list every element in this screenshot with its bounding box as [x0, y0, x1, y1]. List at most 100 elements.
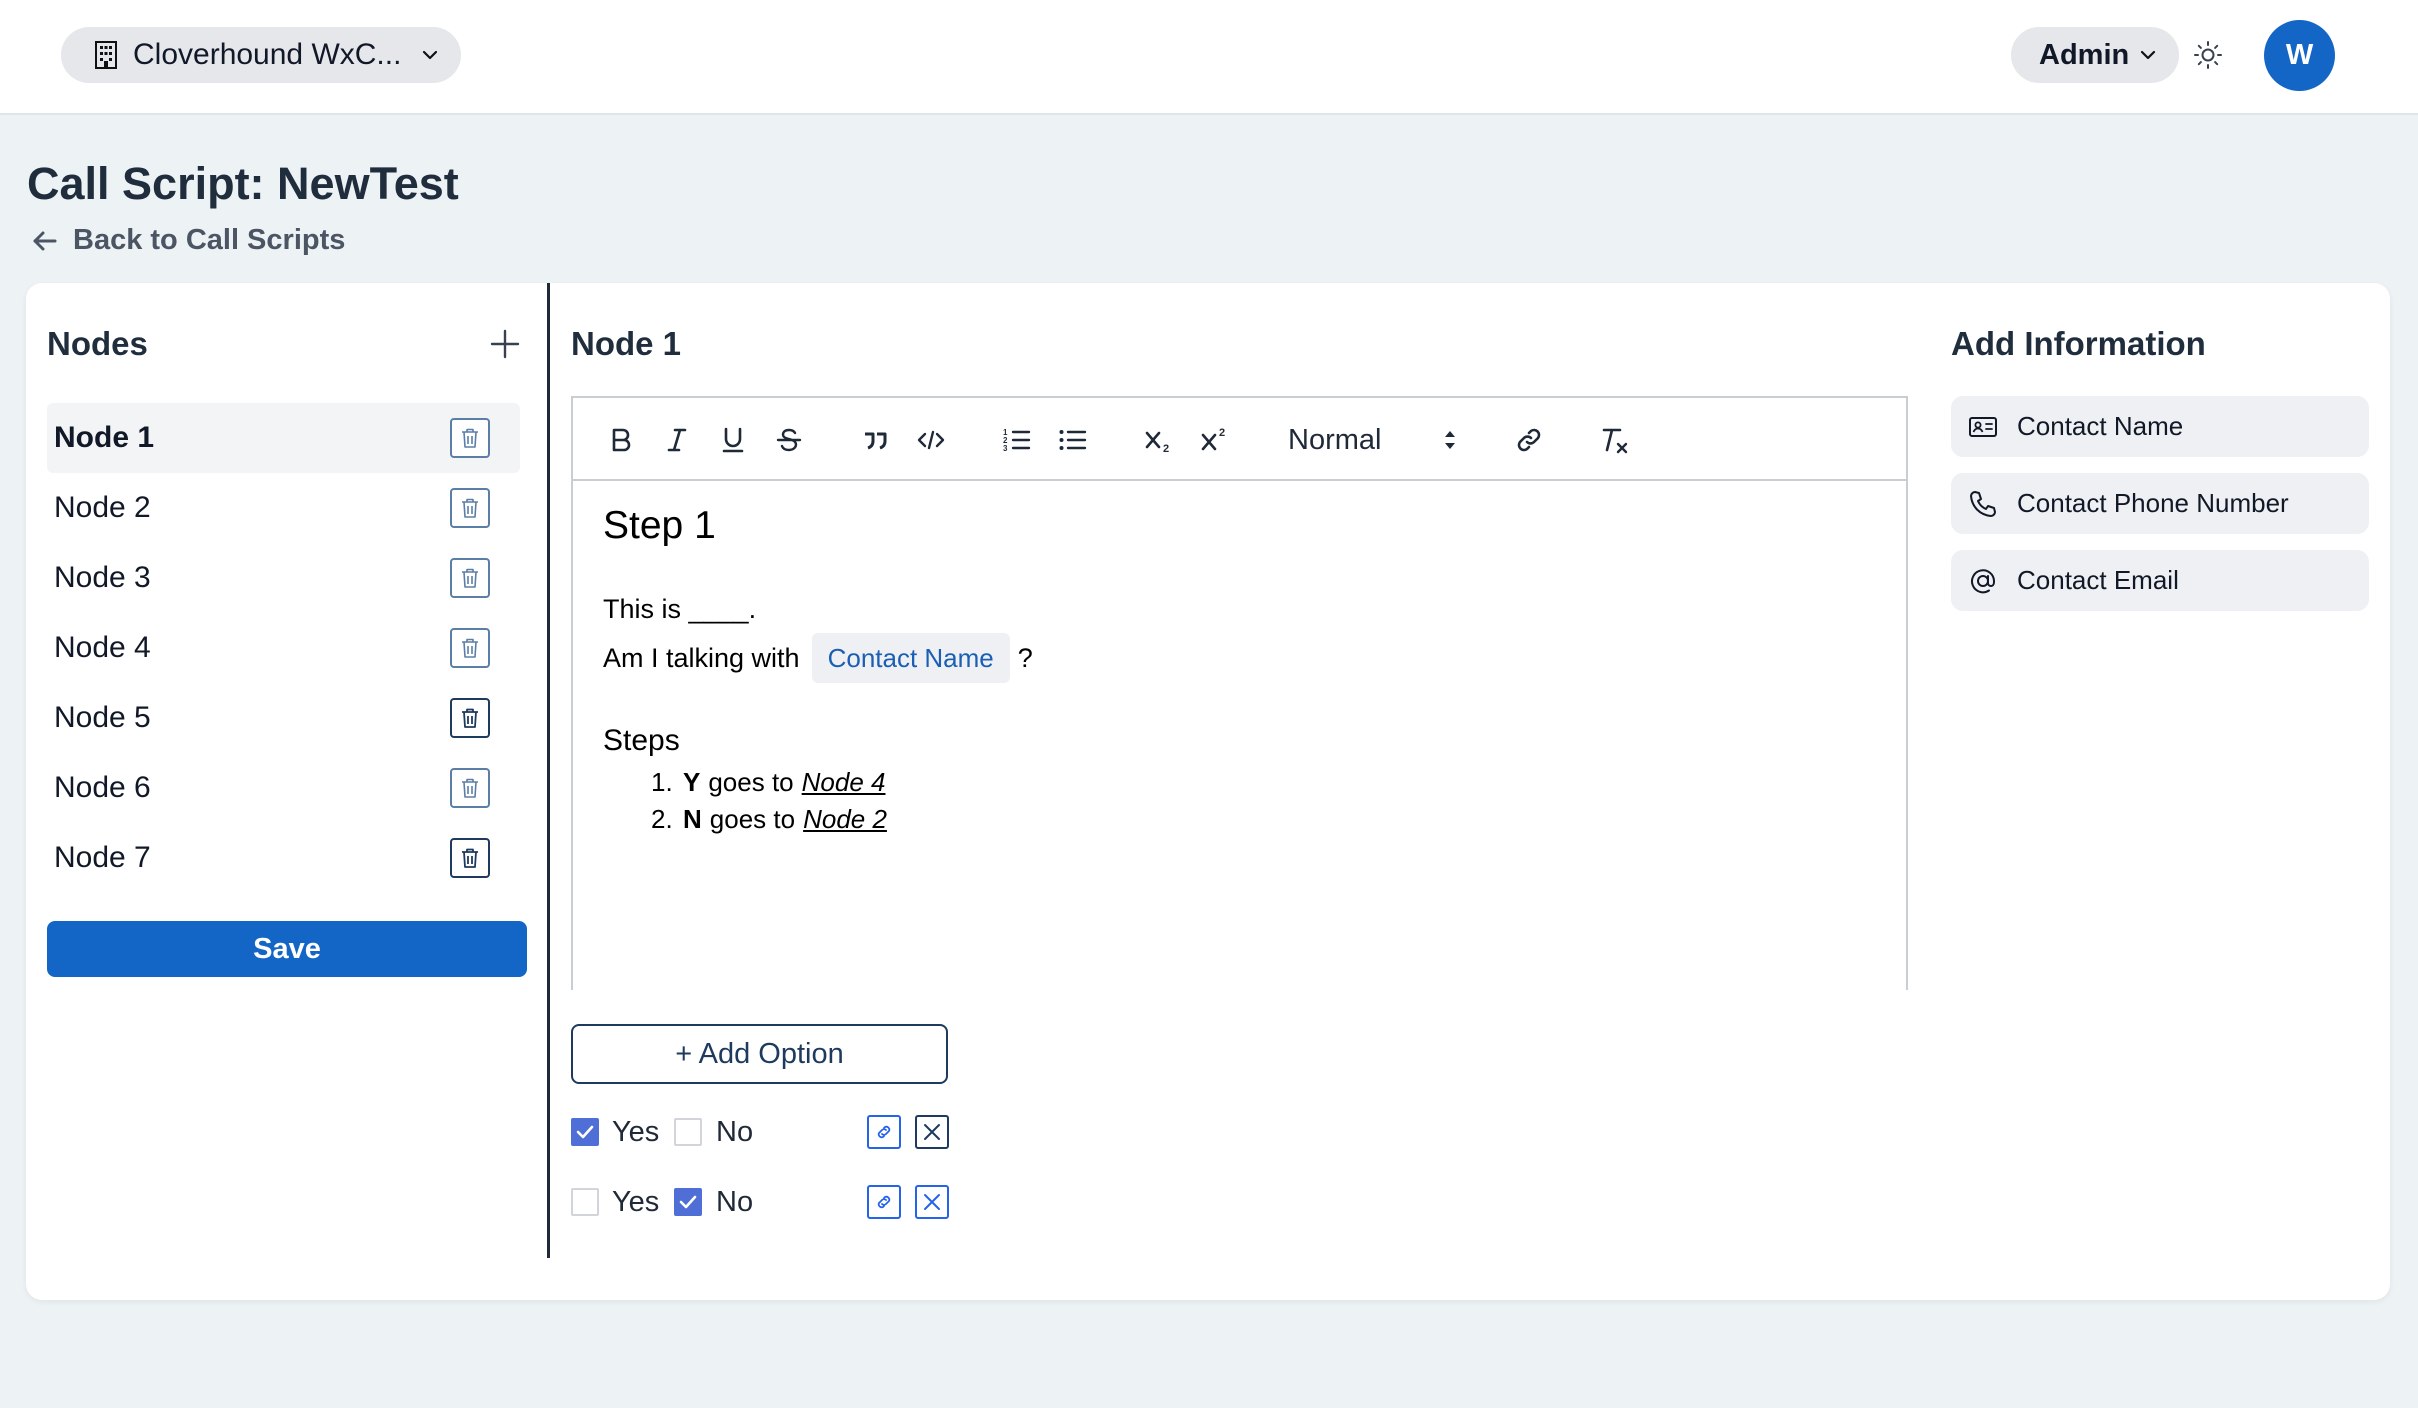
step-target-link[interactable]: Node 4: [802, 767, 886, 798]
add-node-plus-icon[interactable]: [489, 328, 521, 360]
steps-heading: Steps: [603, 724, 680, 757]
trash-icon: [462, 498, 478, 518]
trash-icon: [462, 778, 478, 798]
step-text: goes to: [708, 767, 794, 797]
node-item[interactable]: Node 2: [47, 473, 520, 543]
script-line-prefix: Am I talking with: [603, 642, 800, 673]
link-icon: [877, 1195, 891, 1209]
remove-option-button[interactable]: [915, 1115, 949, 1149]
back-link-label: Back to Call Scripts: [73, 224, 346, 256]
delete-node-button[interactable]: [450, 838, 490, 878]
delete-node-button[interactable]: [450, 628, 490, 668]
step-text: goes to: [709, 804, 796, 834]
step-target-link[interactable]: Node 2: [803, 804, 887, 835]
node-item[interactable]: Node 5: [47, 683, 520, 753]
delete-node-button[interactable]: [450, 698, 490, 738]
trash-icon: [462, 568, 478, 588]
yes-label: Yes: [612, 1116, 660, 1148]
trash-icon: [462, 428, 478, 448]
option-row: Yes No: [571, 1183, 951, 1223]
insert-contact-name-button[interactable]: Contact Name: [1951, 396, 2369, 457]
yes-checkbox[interactable]: [571, 1118, 599, 1146]
checkmark-icon: [576, 1125, 594, 1139]
text-style-select[interactable]: Normal: [1288, 419, 1458, 461]
steps-list: 1. Y goes to Node 4 2. N goes to Node 2: [651, 764, 1886, 838]
nodes-title: Nodes: [47, 325, 148, 362]
link-icon: [877, 1125, 891, 1139]
remove-option-button[interactable]: [915, 1185, 949, 1219]
blockquote-icon[interactable]: [855, 422, 895, 458]
delete-node-button[interactable]: [450, 418, 490, 458]
yes-checkbox[interactable]: [571, 1188, 599, 1216]
step-number: 2.: [651, 804, 673, 834]
page-title: Call Script: NewTest: [27, 158, 459, 209]
rich-text-editor[interactable]: 123 2 2 Normal Step 1 This is ____. Am I…: [571, 396, 1908, 990]
node-label: Node 6: [54, 771, 151, 804]
delete-node-button[interactable]: [450, 488, 490, 528]
superscript-icon[interactable]: 2: [1195, 422, 1235, 458]
svg-text:3: 3: [1003, 444, 1008, 453]
editor-toolbar: 123 2 2 Normal: [573, 398, 1906, 481]
node-item[interactable]: Node 6: [47, 753, 520, 823]
phone-icon: [1970, 490, 1996, 517]
script-line-suffix: ?: [1017, 642, 1033, 673]
user-avatar[interactable]: W: [2264, 20, 2335, 91]
at-sign-icon: [1971, 568, 1995, 593]
bold-icon[interactable]: [601, 422, 641, 458]
arrow-left-icon: [33, 231, 57, 250]
insert-contact-email-button[interactable]: Contact Email: [1951, 550, 2369, 611]
role-dropdown[interactable]: Admin: [2011, 27, 2179, 83]
back-to-call-scripts-link[interactable]: Back to Call Scripts: [31, 224, 345, 257]
checkmark-icon: [679, 1195, 697, 1209]
add-information-title: Add Information: [1951, 325, 2206, 362]
no-checkbox[interactable]: [674, 1188, 702, 1216]
editor-content[interactable]: Step 1 This is ____. Am I talking with C…: [603, 504, 1886, 838]
trash-icon: [462, 638, 478, 658]
script-line: Am I talking with Contact Name ?: [603, 632, 1886, 684]
building-icon: [95, 41, 117, 69]
node-item[interactable]: Node 4: [47, 613, 520, 683]
svg-text:2: 2: [1163, 443, 1169, 455]
organization-switcher[interactable]: Cloverhound WxC...: [61, 27, 461, 83]
step-heading: Step 1: [603, 504, 716, 547]
no-label: No: [716, 1186, 754, 1218]
node-item[interactable]: Node 1: [47, 403, 520, 473]
strikethrough-icon[interactable]: [769, 422, 809, 458]
add-option-button[interactable]: + Add Option: [571, 1024, 948, 1084]
node-item[interactable]: Node 3: [47, 543, 520, 613]
subscript-icon[interactable]: 2: [1139, 422, 1179, 458]
info-item-label: Contact Email: [2017, 565, 2179, 595]
step-item: 2. N goes to Node 2: [651, 801, 1886, 838]
step-item: 1. Y goes to Node 4: [651, 764, 1886, 801]
save-button[interactable]: Save: [47, 921, 527, 977]
yes-label: Yes: [612, 1186, 660, 1218]
node-item[interactable]: Node 7: [47, 823, 520, 893]
step-number: 1.: [651, 767, 673, 797]
role-label: Admin: [2039, 38, 2130, 71]
delete-node-button[interactable]: [450, 768, 490, 808]
node-label: Node 1: [54, 421, 155, 454]
link-icon[interactable]: [1509, 422, 1549, 458]
svg-text:2: 2: [1219, 427, 1225, 439]
trash-icon: [462, 848, 478, 868]
underline-icon[interactable]: [713, 422, 753, 458]
link-option-button[interactable]: [867, 1185, 901, 1219]
contact-card-icon: [1969, 416, 1997, 437]
close-icon: [924, 1194, 940, 1210]
sun-icon[interactable]: [2193, 40, 2223, 70]
info-item-label: Contact Name: [2017, 411, 2184, 441]
insert-contact-phone-button[interactable]: Contact Phone Number: [1951, 473, 2369, 534]
clear-format-icon[interactable]: [1595, 422, 1635, 458]
bullet-list-icon[interactable]: [1053, 422, 1093, 458]
delete-node-button[interactable]: [450, 558, 490, 598]
italic-icon[interactable]: [657, 422, 697, 458]
no-label: No: [716, 1116, 754, 1148]
link-option-button[interactable]: [867, 1115, 901, 1149]
code-icon[interactable]: [911, 422, 951, 458]
ordered-list-icon[interactable]: 123: [997, 422, 1037, 458]
no-checkbox[interactable]: [674, 1118, 702, 1146]
option-row: Yes No: [571, 1113, 951, 1153]
chevron-down-icon: [2141, 50, 2156, 60]
chevron-down-icon: [423, 50, 438, 60]
contact-name-placeholder-chip[interactable]: Contact Name: [811, 633, 1010, 683]
